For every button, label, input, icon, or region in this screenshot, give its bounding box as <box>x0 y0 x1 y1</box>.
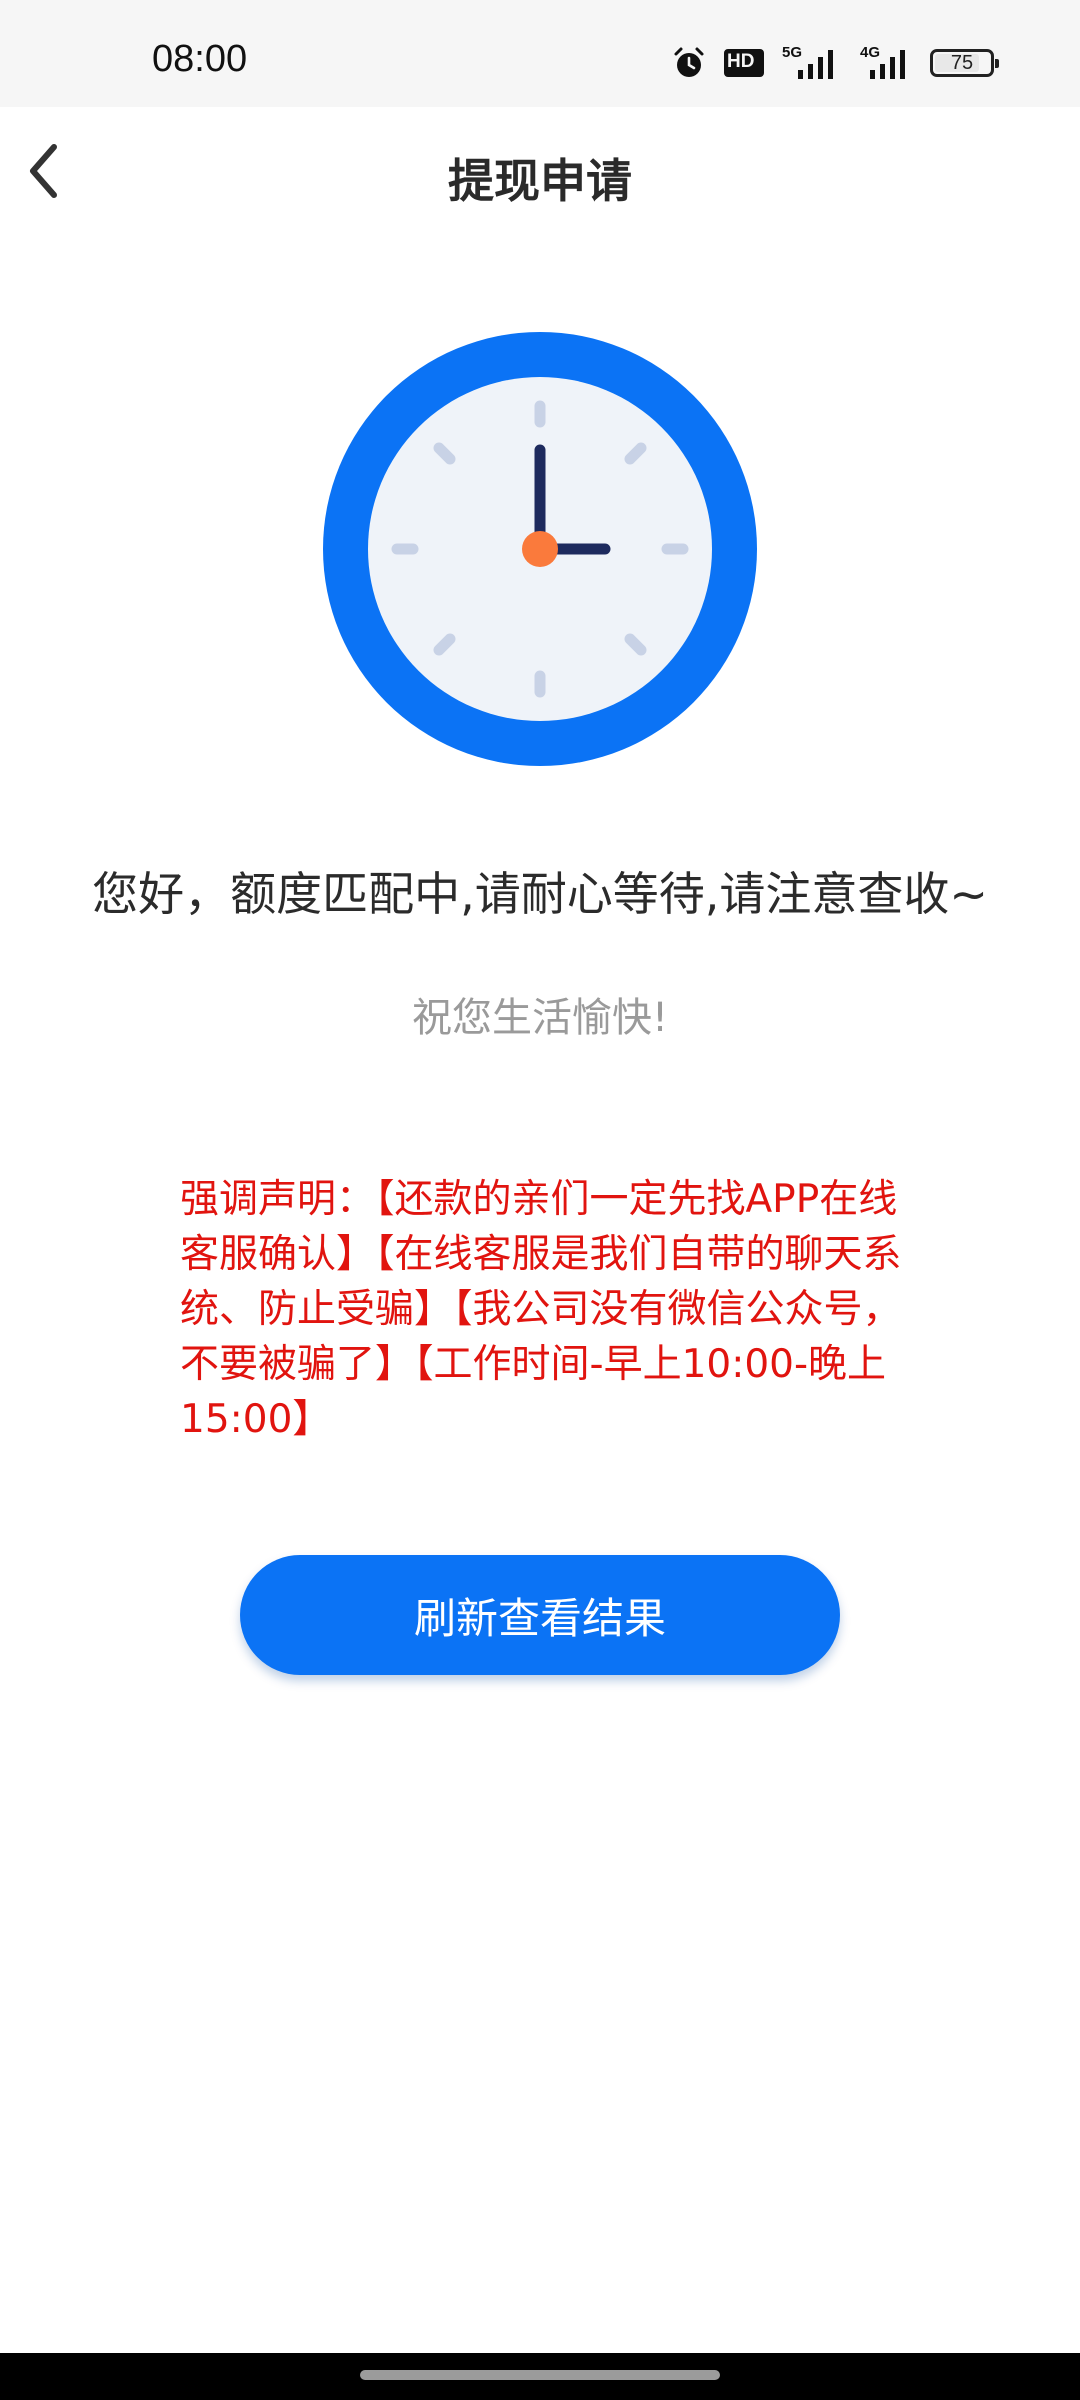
status-bar: 08:00 HD 5G 4G 75 <box>0 0 1080 107</box>
gesture-bar <box>0 2353 1080 2400</box>
hd-icon: HD <box>724 49 764 77</box>
4g-signal-icon: 4G <box>860 44 912 80</box>
page-title: 提现申请 <box>448 154 632 208</box>
alarm-icon <box>672 46 706 80</box>
battery-icon: 75 <box>930 49 999 77</box>
battery-level: 75 <box>950 51 974 74</box>
5g-signal-icon: 5G <box>782 44 842 80</box>
nav-bar: 提现申请 <box>0 107 1080 239</box>
refresh-results-button[interactable]: 刷新查看结果 <box>240 1555 840 1675</box>
clock-icon <box>323 332 757 766</box>
hd-label: HD <box>727 51 755 72</box>
status-time: 08:00 <box>152 38 248 80</box>
gesture-handle[interactable] <box>360 2370 720 2380</box>
status-message: 您好，额度匹配中,请耐心等待,请注意查收~ <box>92 867 988 921</box>
withdraw-status-page: 08:00 HD 5G 4G 75 提现申请 您好，额度匹配中,请耐心等待,请注… <box>0 0 1080 2400</box>
status-icons: HD 5G 4G 75 <box>672 44 999 80</box>
notice-text: 强调声明：【还款的亲们一定先找APP在线客服确认】【在线客服是我们自带的聊天系统… <box>180 1177 902 1442</box>
battery-tip <box>995 59 999 68</box>
wish-message: 祝您生活愉快! <box>411 995 669 1041</box>
